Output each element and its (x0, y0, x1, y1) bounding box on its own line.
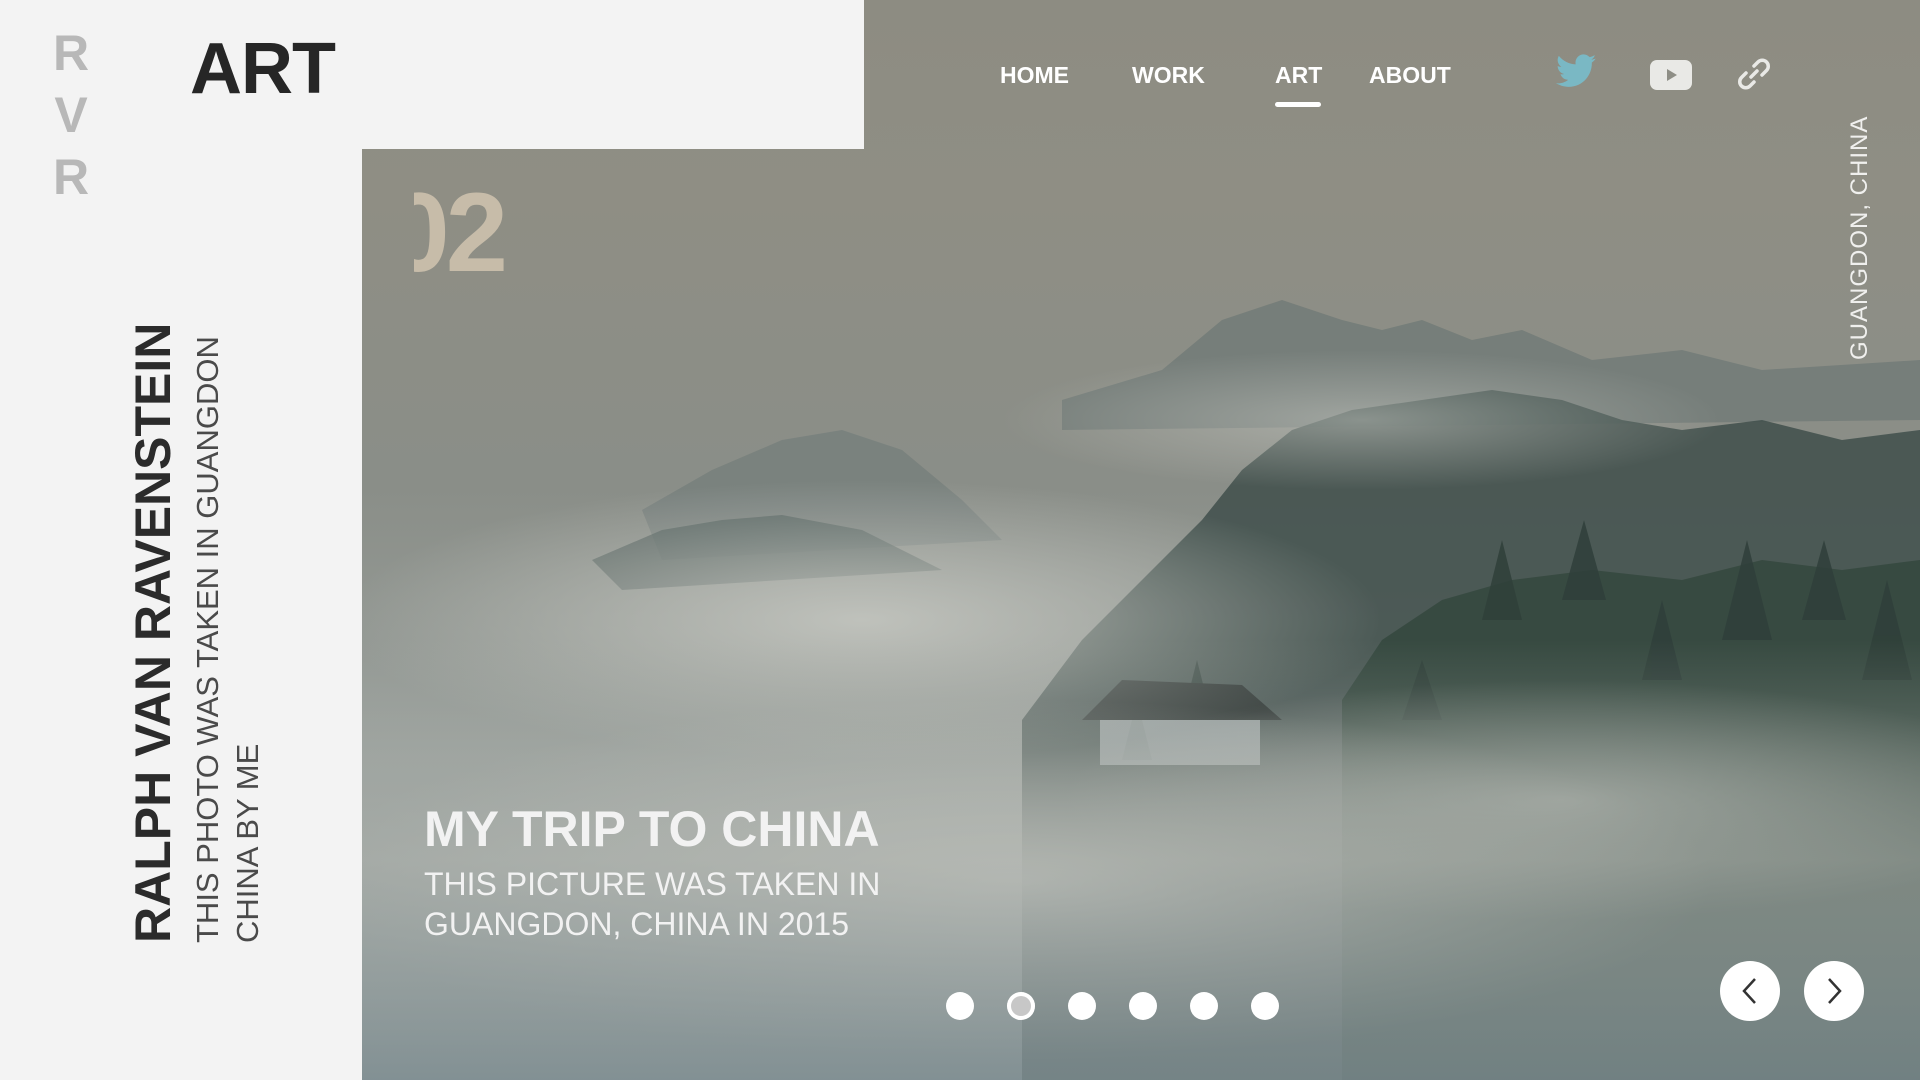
link-icon[interactable] (1734, 54, 1774, 94)
nav-item-home[interactable]: HOME (1000, 62, 1069, 89)
pagination-dot[interactable] (1129, 992, 1157, 1020)
pagination-dot[interactable] (1068, 992, 1096, 1020)
nav-item-work[interactable]: WORK (1132, 62, 1205, 89)
rvr-logo[interactable]: R V R (50, 22, 92, 208)
page-title: ART (190, 29, 336, 109)
nav-item-art-label: ART (1275, 62, 1323, 88)
pagination-dot[interactable] (1251, 992, 1279, 1020)
slide-caption: THIS PICTURE WAS TAKEN IN GUANGDON, CHIN… (424, 864, 880, 944)
pagination-dot[interactable] (946, 992, 974, 1020)
next-slide-button[interactable] (1804, 961, 1864, 1021)
youtube-icon[interactable] (1650, 60, 1692, 90)
active-nav-indicator (1275, 102, 1321, 107)
pagination-dot[interactable] (1190, 992, 1218, 1020)
slide-caption-line: GUANGDON, CHINA IN 2015 (424, 906, 849, 942)
author-caption-line: CHINA BY ME (230, 743, 265, 943)
nav-item-art[interactable]: ART (1275, 62, 1323, 107)
logo-letter: R (52, 25, 90, 81)
chevron-right-icon (1828, 978, 1842, 1004)
twitter-icon[interactable] (1556, 54, 1596, 88)
slide-caption-line: THIS PICTURE WAS TAKEN IN (424, 866, 881, 902)
author-name: RALPH VAN RAVENSTEIN (125, 322, 181, 943)
slide-title: MY TRIP TO CHINA (424, 801, 880, 857)
slide-number-text: 02 (414, 170, 504, 288)
author-caption-line: THIS PHOTO WAS TAKEN IN GUANGDON (190, 336, 225, 943)
logo-letter: V (54, 87, 88, 143)
nav-item-about[interactable]: ABOUT (1369, 62, 1451, 89)
logo-letter: R (52, 149, 90, 205)
prev-slide-button[interactable] (1720, 961, 1780, 1021)
chevron-left-icon (1742, 978, 1756, 1004)
pagination-dot-active[interactable] (1007, 992, 1035, 1020)
slide-number: 02 (414, 168, 504, 288)
slide-location: GUANGDON, CHINA (1846, 115, 1873, 360)
author-caption: THIS PHOTO WAS TAKEN IN GUANGDON CHINA B… (188, 336, 268, 943)
